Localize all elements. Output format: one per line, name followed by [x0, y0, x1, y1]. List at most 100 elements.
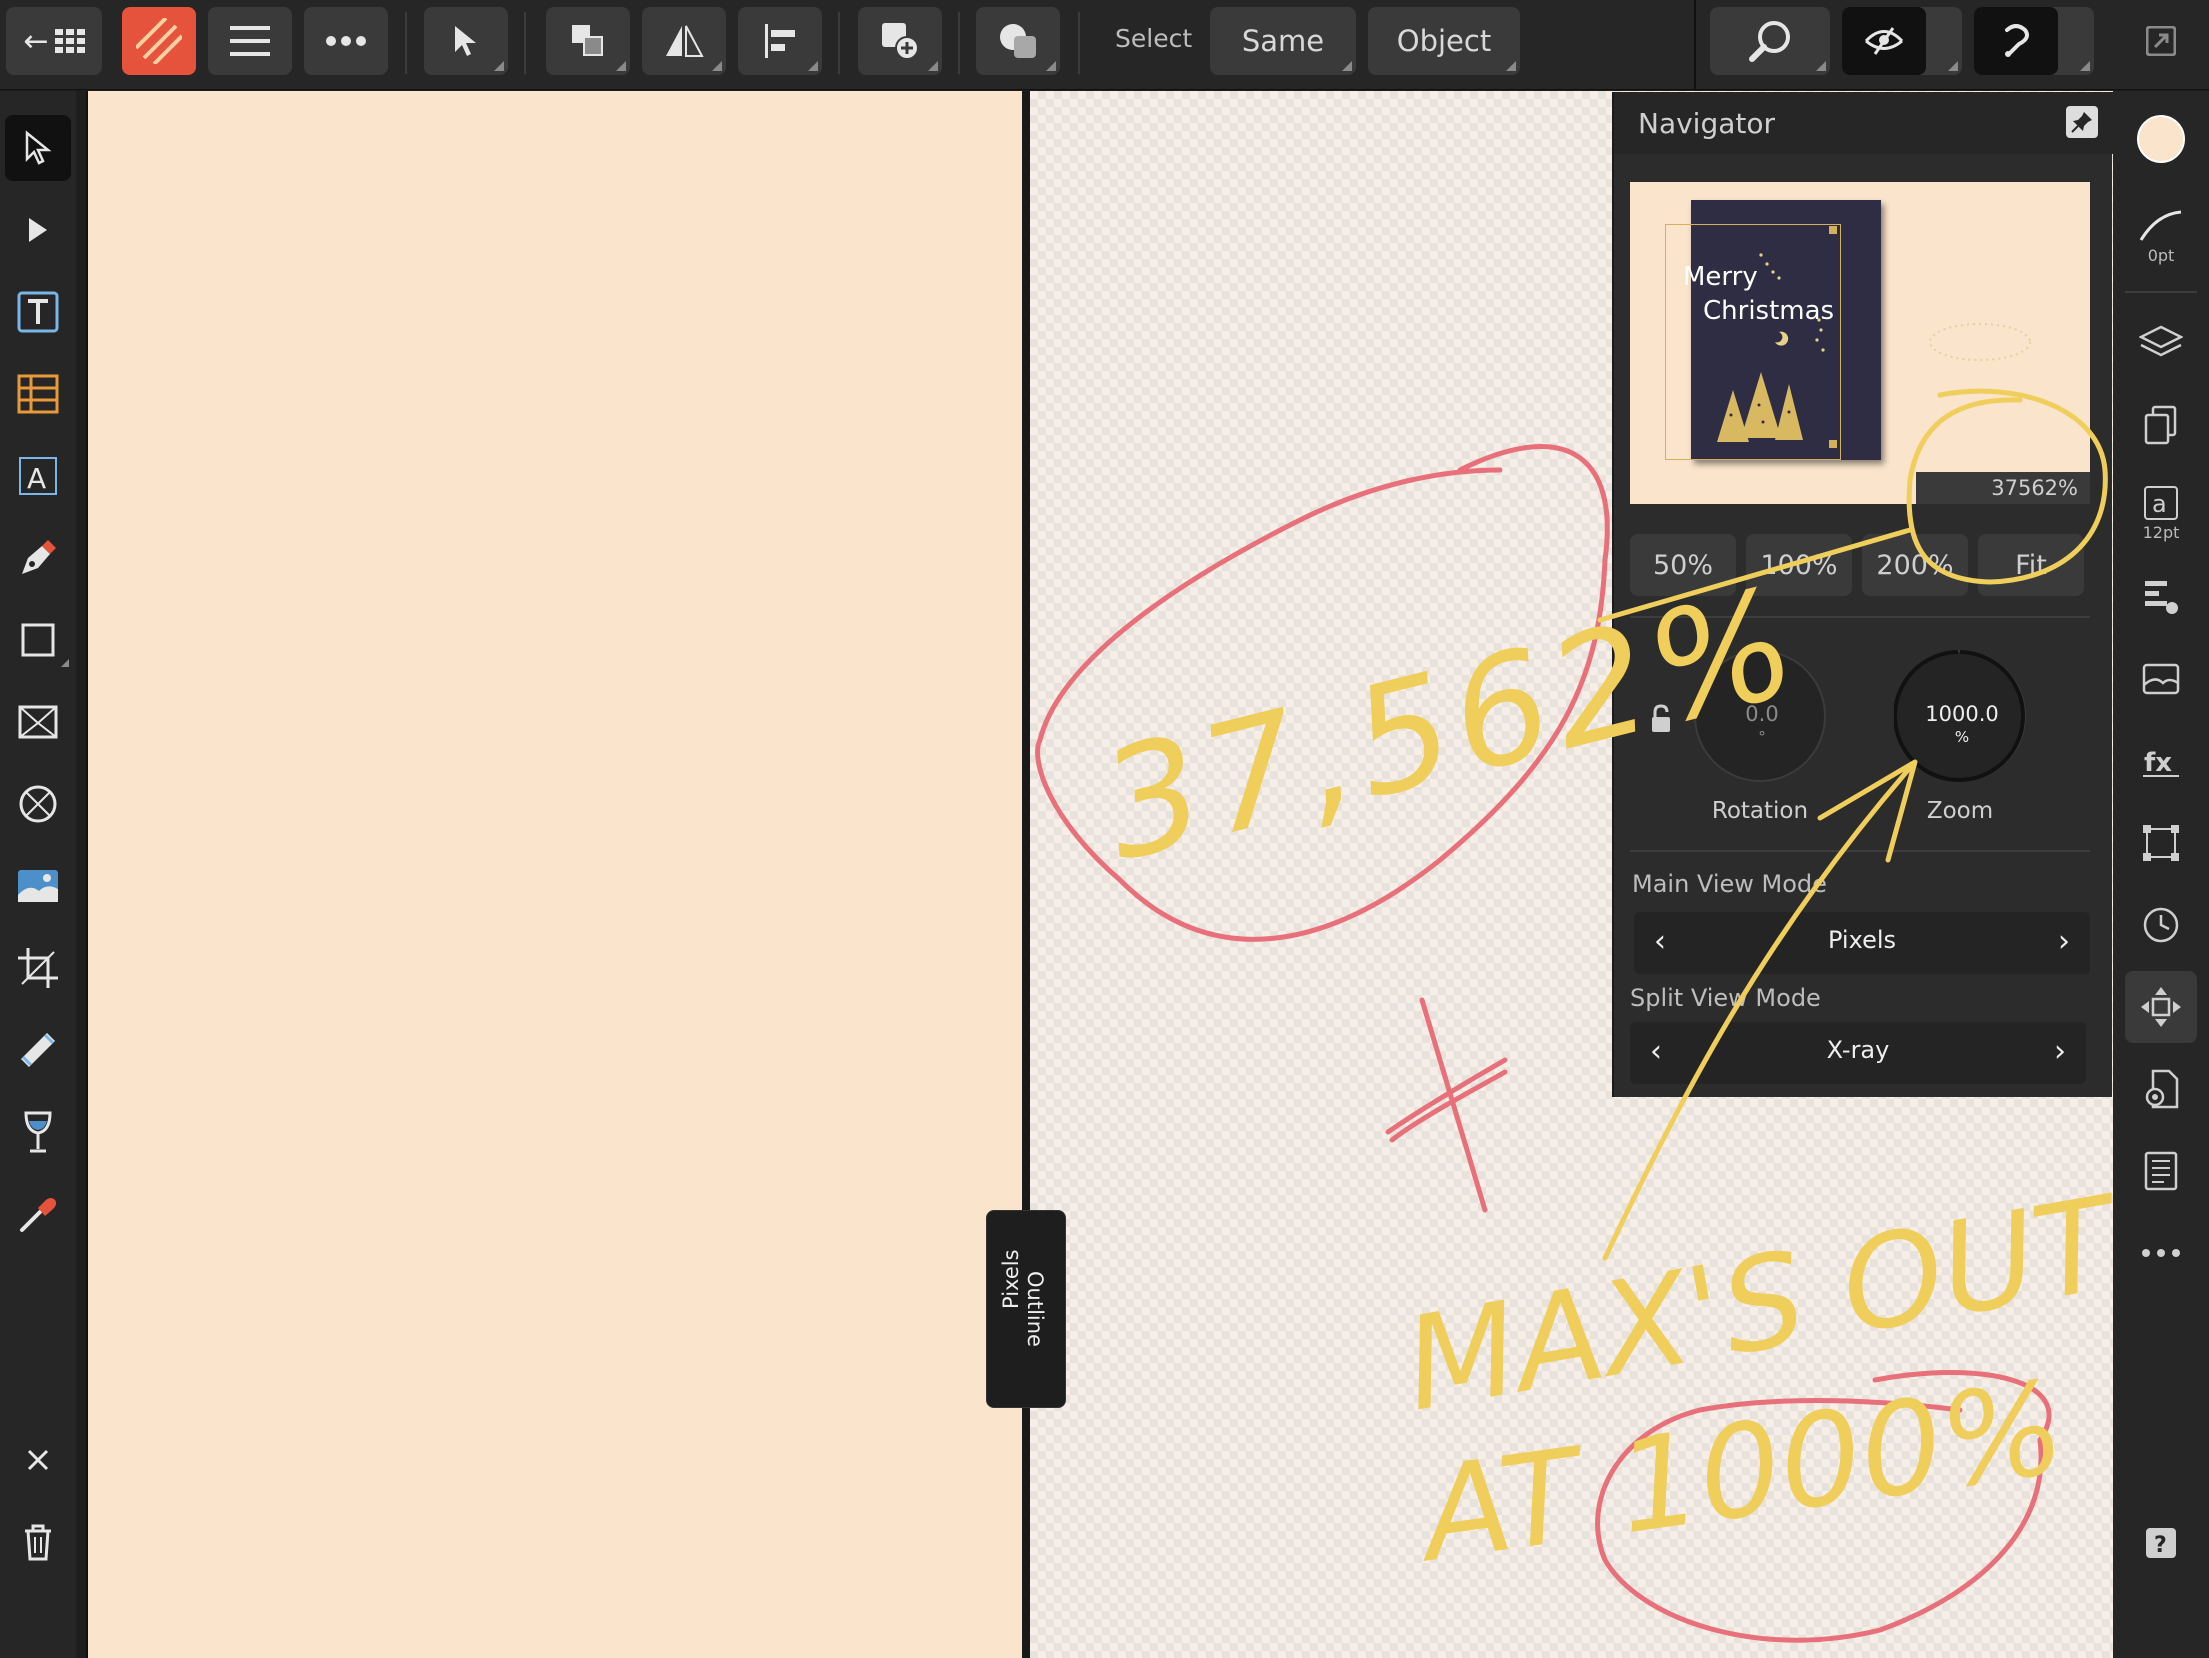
flip-icon — [666, 25, 704, 57]
pages-icon — [2144, 405, 2177, 445]
designer-logo-icon — [136, 18, 182, 64]
text-styles-studio-button[interactable] — [2125, 561, 2197, 633]
split-view-divider[interactable] — [1022, 91, 1030, 1658]
stock-studio-button[interactable] — [2125, 1135, 2197, 1207]
app-logo-button[interactable] — [122, 7, 196, 75]
add-shape-icon — [882, 23, 919, 60]
more-options-button[interactable] — [304, 7, 388, 75]
transform-icon — [2143, 825, 2179, 861]
canvas-pixels-view[interactable] — [86, 91, 1022, 1658]
place-image-tool[interactable] — [5, 853, 71, 919]
document-settings-button[interactable] — [2125, 1053, 2197, 1125]
crop-tool[interactable] — [5, 935, 71, 1001]
character-studio-button[interactable]: a 12pt — [2125, 471, 2197, 555]
select-label: Select — [1115, 24, 1193, 53]
navigator-studio-button[interactable] — [2125, 971, 2197, 1043]
main-view-mode-label: Main View Mode — [1632, 870, 1827, 898]
close-tool-button[interactable] — [5, 1427, 71, 1493]
frame-text-icon — [17, 291, 59, 333]
picture-frame-rectangle-tool[interactable] — [5, 689, 71, 755]
main-view-mode-next[interactable]: › — [2058, 924, 2070, 959]
rotation-dial[interactable]: 0.0 ° — [1694, 650, 1826, 782]
main-view-mode-stepper: ‹ Pixels › — [1634, 912, 2090, 974]
fullscreen-button[interactable] — [2128, 7, 2194, 75]
more-studios-button[interactable] — [2125, 1217, 2197, 1289]
color-picker-tool[interactable] — [5, 1181, 71, 1247]
artistic-text-tool[interactable]: A — [5, 443, 71, 509]
resource-manager-button[interactable] — [2125, 643, 2197, 715]
move-tool[interactable] — [5, 115, 71, 181]
split-view-mode-prev[interactable]: ‹ — [1650, 1034, 1662, 1069]
toolbar-separator — [1078, 12, 1080, 74]
stroke-icon — [2139, 210, 2182, 241]
view-mode-button[interactable] — [1842, 7, 1962, 75]
rectangle-tool[interactable] — [5, 607, 71, 673]
effects-studio-button[interactable]: fx — [2125, 725, 2197, 797]
help-button[interactable]: ? — [2125, 1507, 2197, 1579]
eye-slash-icon — [1864, 27, 1904, 55]
zoom-50-button[interactable]: 50% — [1630, 534, 1736, 596]
table-tool-pencil[interactable] — [5, 1017, 71, 1083]
picture-frame-ellipse-tool[interactable] — [5, 771, 71, 837]
pen-tool[interactable] — [5, 525, 71, 591]
move-arrow-icon — [25, 130, 52, 165]
navigator-divider — [1630, 616, 2090, 618]
picture-frame-icon — [18, 705, 58, 739]
frame-text-tool[interactable] — [5, 279, 71, 345]
eyedropper-icon — [20, 1198, 57, 1232]
rotation-lock-icon[interactable] — [1650, 704, 1672, 734]
layers-studio-button[interactable] — [2125, 307, 2197, 379]
toolbar-separator — [838, 12, 840, 74]
zoom-fit-button[interactable]: Fit — [1978, 534, 2084, 596]
align-button[interactable] — [738, 7, 822, 75]
table-tool[interactable] — [5, 361, 71, 427]
menu-button[interactable] — [208, 7, 292, 75]
arrange-button[interactable] — [546, 7, 630, 75]
zoom-tool-button[interactable] — [1710, 7, 1830, 75]
ellipse-frame-icon — [19, 785, 57, 823]
zoom-100-button[interactable]: 100% — [1746, 534, 1852, 596]
fill-color-swatch[interactable] — [2125, 103, 2197, 175]
top-toolbar: ← Select Same Object — [0, 0, 2209, 90]
hamburger-icon — [230, 26, 270, 56]
pen-nib-icon — [22, 540, 56, 574]
text-size-value: 12pt — [2142, 522, 2180, 542]
xray-dotted-ellipse — [1929, 323, 2031, 361]
main-view-mode-prev[interactable]: ‹ — [1654, 924, 1666, 959]
navigator-preview[interactable]: Merry Christmas 37562% — [1630, 182, 2090, 504]
delete-button[interactable] — [5, 1509, 71, 1575]
toolbar-separator — [958, 12, 960, 74]
crop-icon — [18, 948, 58, 988]
navigator-move-icon — [2141, 987, 2181, 1027]
add-boolean-button[interactable] — [858, 7, 942, 75]
pin-panel-button[interactable] — [2066, 106, 2098, 138]
flip-button[interactable] — [642, 7, 726, 75]
select-same-button[interactable]: Same — [1210, 7, 1356, 75]
split-view-handle[interactable]: Pixels Outline — [986, 1210, 1066, 1408]
selection-mode-button[interactable] — [424, 7, 508, 75]
history-studio-button[interactable] — [2125, 889, 2197, 961]
split-view-mode-next[interactable]: › — [2054, 1034, 2066, 1069]
zoom-dial[interactable]: 1000.0 % — [1894, 650, 2026, 782]
back-arrow-icon: ← — [23, 23, 49, 59]
svg-text:fx: fx — [2144, 748, 2172, 778]
fill-tool[interactable] — [5, 1099, 71, 1165]
navigator-divider — [1630, 850, 2090, 852]
zoom-200-button[interactable]: 200% — [1862, 534, 1968, 596]
stroke-width-value: 0pt — [2147, 245, 2175, 265]
node-tool[interactable] — [5, 197, 71, 263]
assistant-button[interactable] — [1974, 7, 2094, 75]
fill-color-circle — [2137, 115, 2185, 163]
stroke-width-button[interactable]: 0pt — [2125, 191, 2197, 281]
svg-text:?: ? — [2154, 1533, 2167, 1558]
rectangle-icon — [21, 623, 55, 657]
pages-studio-button[interactable] — [2125, 389, 2197, 461]
transform-studio-button[interactable] — [2125, 807, 2197, 879]
split-view-mode-label: Split View Mode — [1630, 984, 1821, 1012]
arrange-icon — [572, 25, 603, 56]
geometry-button[interactable] — [976, 7, 1060, 75]
select-object-button[interactable]: Object — [1368, 7, 1520, 75]
back-to-documents-button[interactable]: ← — [6, 7, 102, 75]
image-icon — [18, 870, 58, 902]
view-mode-active — [1842, 7, 1926, 75]
